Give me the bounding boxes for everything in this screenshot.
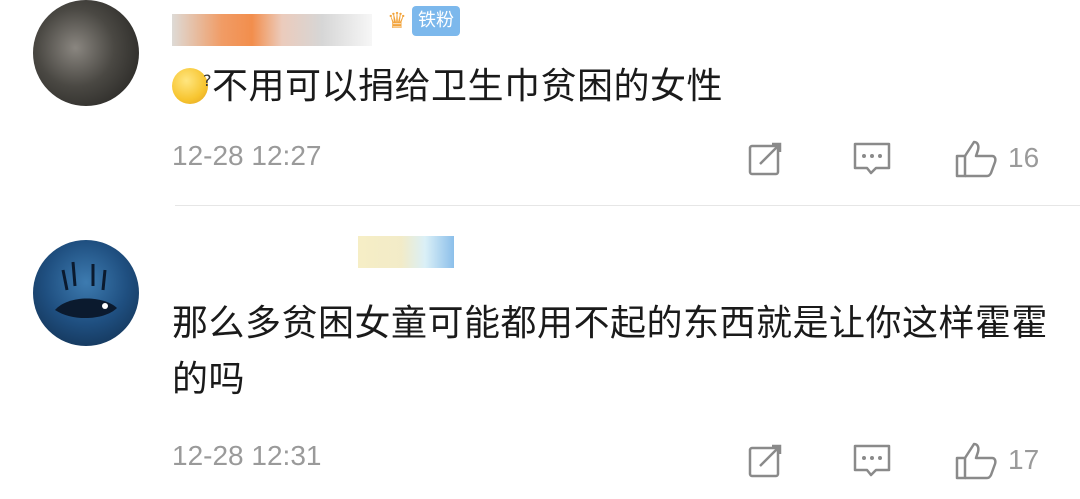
forward-button[interactable] (746, 138, 786, 178)
like-button[interactable]: 17 (954, 440, 1039, 480)
comment-actions: 17 (0, 440, 1080, 480)
username-redacted[interactable] (172, 14, 372, 46)
comment-text-container: 不用可以捐给卫生巾贫困的女性 (172, 56, 724, 112)
forward-icon (748, 444, 782, 478)
like-icon (955, 140, 997, 178)
comment-text: 不用可以捐给卫生巾贫困的女性 (212, 66, 724, 107)
comment-text: 那么多贫困女童可能都用不起的东西就是让你这样霍霍的吗 (172, 303, 1049, 400)
badge-label: 铁粉 (412, 6, 460, 36)
username-redacted[interactable] (358, 236, 454, 268)
comment-button[interactable] (852, 440, 892, 480)
forward-button[interactable] (746, 440, 786, 480)
like-count: 17 (1008, 444, 1040, 475)
comment-item: 那么多贫困女童可能都用不起的东西就是让你这样霍霍的吗 12-28 12:31 1… (0, 206, 1080, 499)
comment-item: ♛ 铁粉 不用可以捐给卫生巾贫困的女性 12-28 12:27 (0, 0, 1080, 206)
fan-badge[interactable]: ♛ 铁粉 (380, 5, 460, 37)
whale-avatar-icon (55, 261, 117, 319)
like-icon (955, 442, 997, 480)
confused-emoji-icon (172, 56, 212, 106)
comment-icon (853, 444, 891, 477)
comment-actions: 16 (0, 138, 1080, 178)
like-count: 16 (1008, 142, 1040, 173)
like-button[interactable]: 16 (954, 138, 1039, 178)
avatar[interactable] (33, 0, 139, 106)
crown-icon: ♛ (387, 8, 407, 34)
comment-icon (853, 142, 891, 175)
avatar[interactable] (33, 240, 139, 346)
forward-icon (748, 142, 782, 176)
comment-button[interactable] (852, 138, 892, 178)
